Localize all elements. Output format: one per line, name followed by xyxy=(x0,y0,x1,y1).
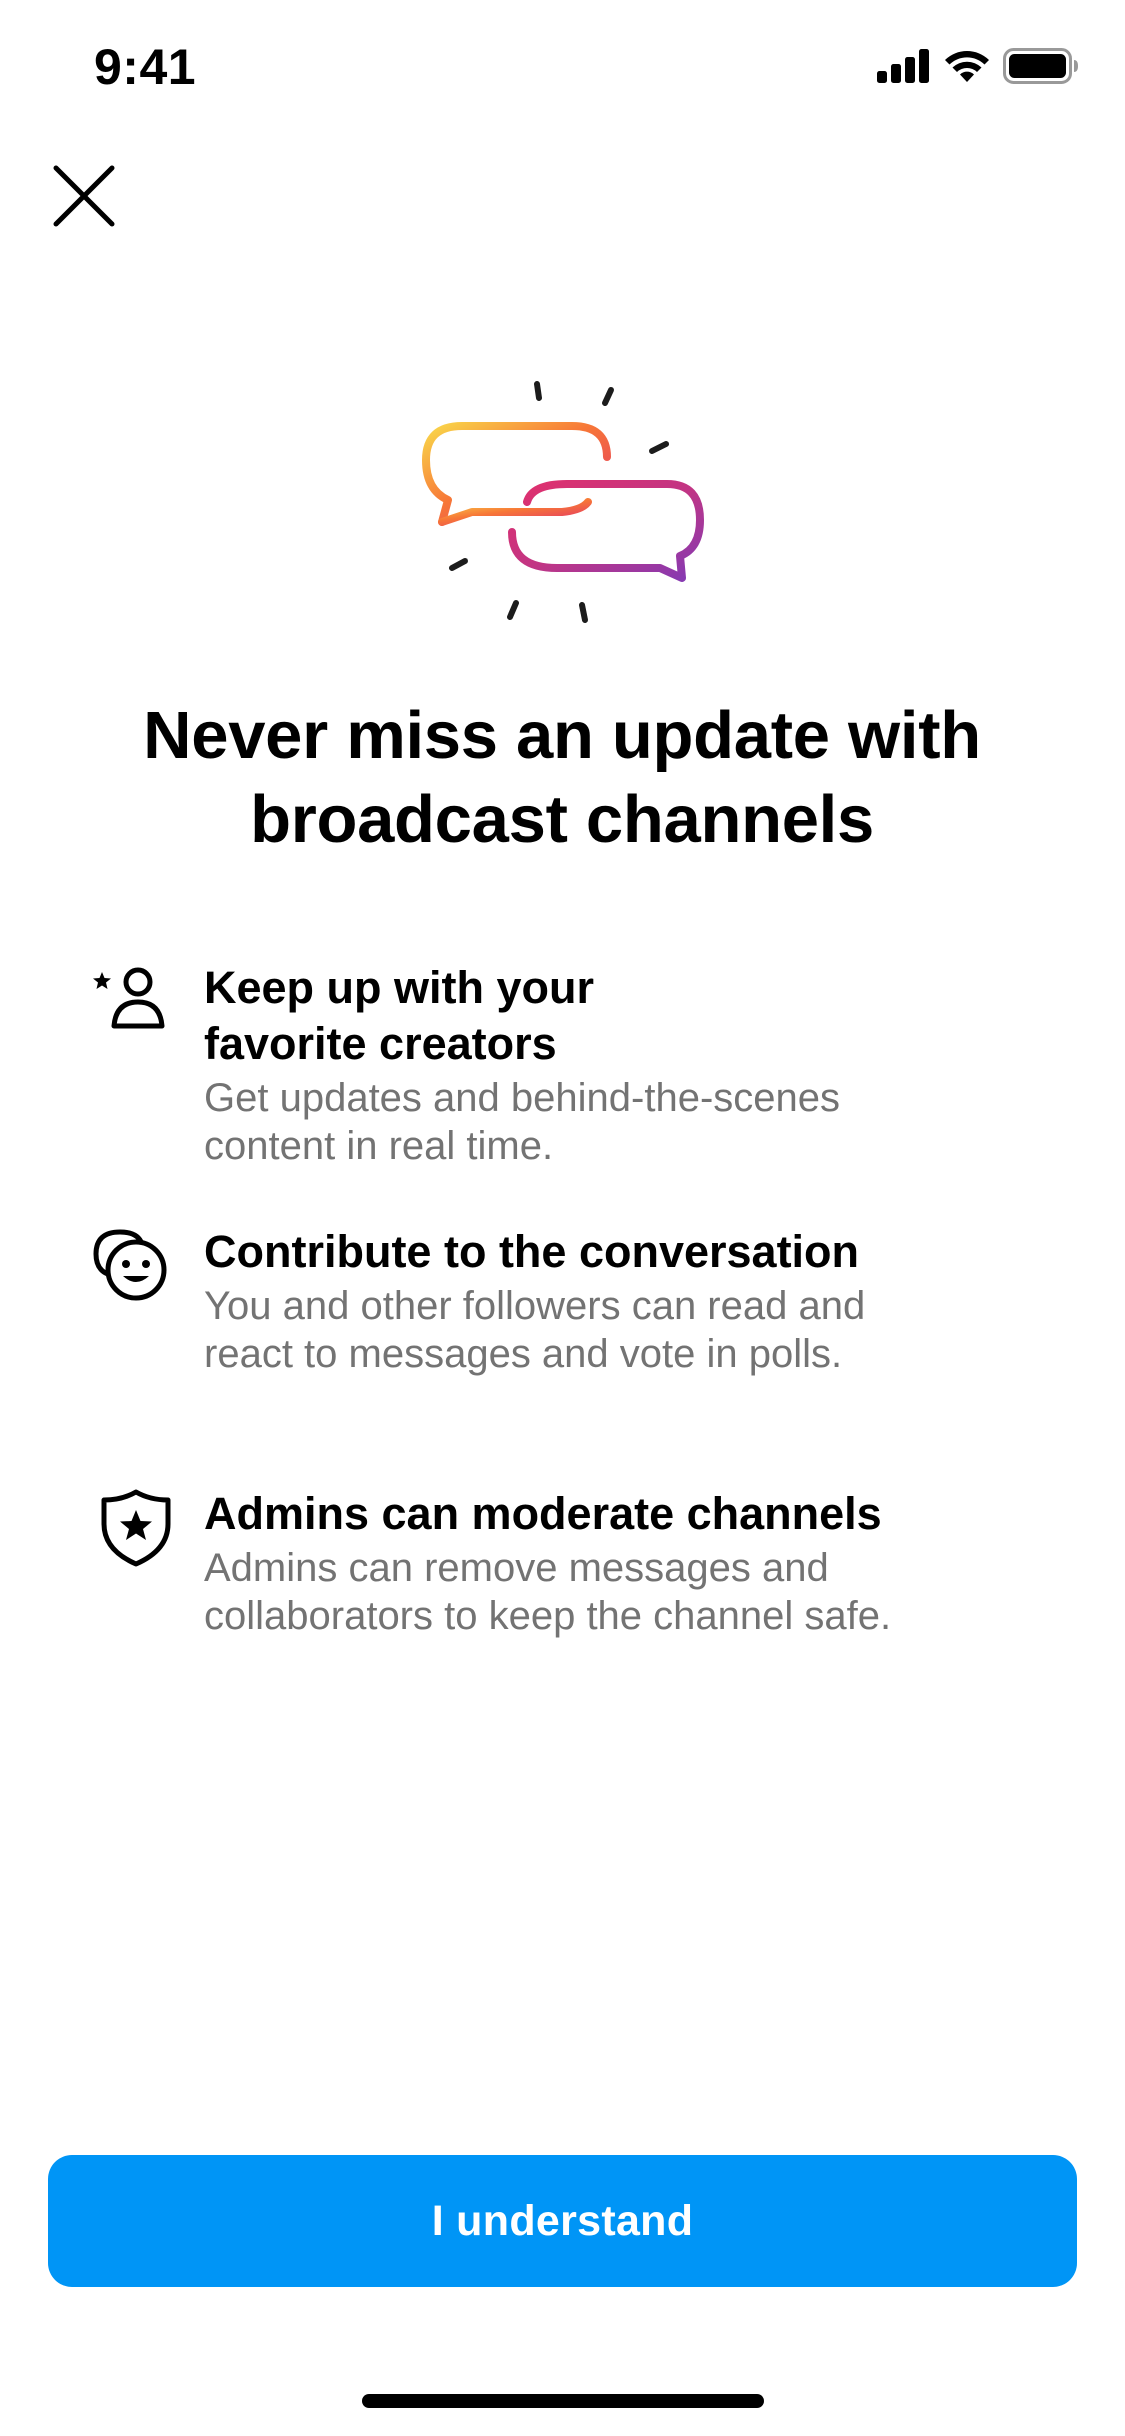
home-indicator[interactable] xyxy=(362,2394,764,2408)
i-understand-button-label: I understand xyxy=(431,2196,694,2245)
feature-title-line1: Keep up with your xyxy=(204,962,595,1013)
i-understand-button[interactable]: I understand xyxy=(48,2155,1077,2287)
status-bar: 9:41 xyxy=(0,0,1125,140)
page-title: Never miss an update with broadcast chan… xyxy=(62,694,1062,862)
page-title-line2: broadcast channels xyxy=(250,782,874,857)
feature-description: You and other followers can read and rea… xyxy=(204,1282,1084,1378)
feature-title: Admins can moderate channels xyxy=(204,1486,1084,1542)
feature-desc-line1: Admins can remove messages and xyxy=(204,1546,829,1590)
cellular-signal-icon xyxy=(877,49,929,83)
feature-title: Contribute to the conversation xyxy=(204,1224,1084,1280)
battery-icon xyxy=(1003,48,1078,84)
feature-desc-line2: react to messages and vote in polls. xyxy=(204,1332,843,1376)
star-person-icon xyxy=(93,967,165,1029)
close-icon xyxy=(53,165,115,227)
feature-description: Admins can remove messages and collabora… xyxy=(204,1544,1084,1640)
feature-description: Get updates and behind-the-scenes conten… xyxy=(204,1074,1084,1170)
feature-title-line1: Contribute to the conversation xyxy=(204,1226,860,1277)
feature-desc-line2: content in real time. xyxy=(204,1124,554,1168)
status-time: 9:41 xyxy=(94,39,197,95)
wifi-icon xyxy=(945,51,989,82)
page-title-line1: Never miss an update with xyxy=(143,698,981,773)
feature-desc-line1: You and other followers can read and xyxy=(204,1284,866,1328)
shield-star-icon xyxy=(101,1489,171,1567)
close-button[interactable] xyxy=(44,156,124,236)
broadcast-chat-bubbles-icon xyxy=(422,381,704,623)
feature-desc-line2: collaborators to keep the channel safe. xyxy=(204,1594,892,1638)
feature-title-line2: favorite creators xyxy=(204,1018,557,1069)
feature-title-line1: Admins can moderate channels xyxy=(204,1488,882,1539)
chat-smiley-icon xyxy=(93,1229,167,1301)
feature-title: Keep up with your favorite creators xyxy=(204,960,1084,1072)
status-icons xyxy=(877,48,1079,84)
feature-desc-line1: Get updates and behind-the-scenes xyxy=(204,1076,840,1120)
